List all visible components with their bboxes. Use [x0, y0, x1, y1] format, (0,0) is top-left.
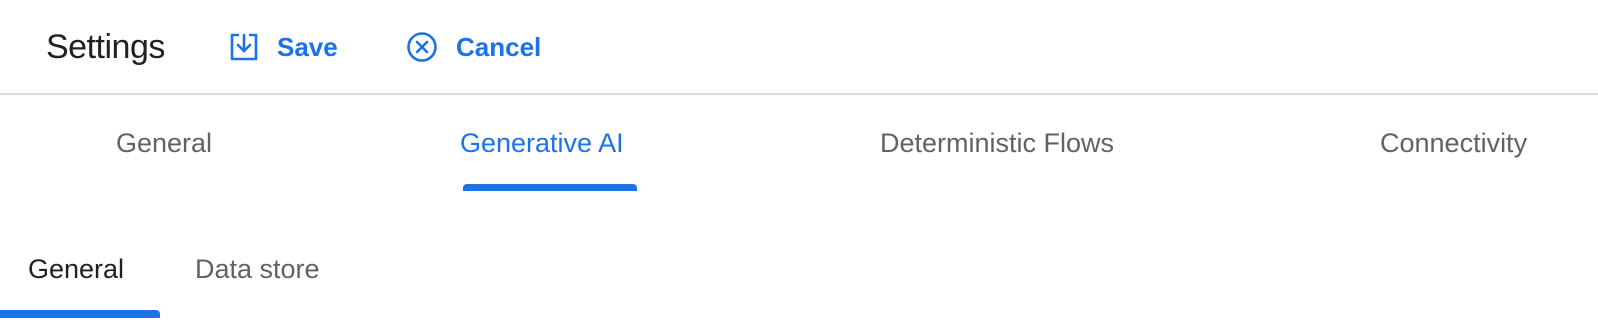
tab-connectivity[interactable]: Connectivity: [1380, 126, 1527, 160]
cancel-icon: [406, 31, 438, 63]
active-tab-indicator: [463, 184, 637, 191]
toolbar: Settings Save Cancel: [0, 0, 1598, 95]
cancel-label: Cancel: [456, 31, 542, 62]
main-tab-bar: General Generative AI Deterministic Flow…: [0, 95, 1598, 191]
save-icon: [229, 32, 259, 62]
sub-tab-bar: General Data store: [0, 230, 1598, 322]
tab-generative-ai[interactable]: Generative AI: [460, 126, 624, 160]
tab-general[interactable]: General: [116, 126, 212, 160]
cancel-button[interactable]: Cancel: [406, 29, 541, 65]
subtab-general[interactable]: General: [28, 252, 124, 286]
save-label: Save: [277, 31, 338, 62]
save-button[interactable]: Save: [229, 29, 338, 65]
active-subtab-indicator: [0, 310, 160, 318]
subtab-data-store[interactable]: Data store: [195, 252, 320, 286]
page-title: Settings: [46, 28, 165, 66]
tab-deterministic-flows[interactable]: Deterministic Flows: [880, 126, 1114, 160]
